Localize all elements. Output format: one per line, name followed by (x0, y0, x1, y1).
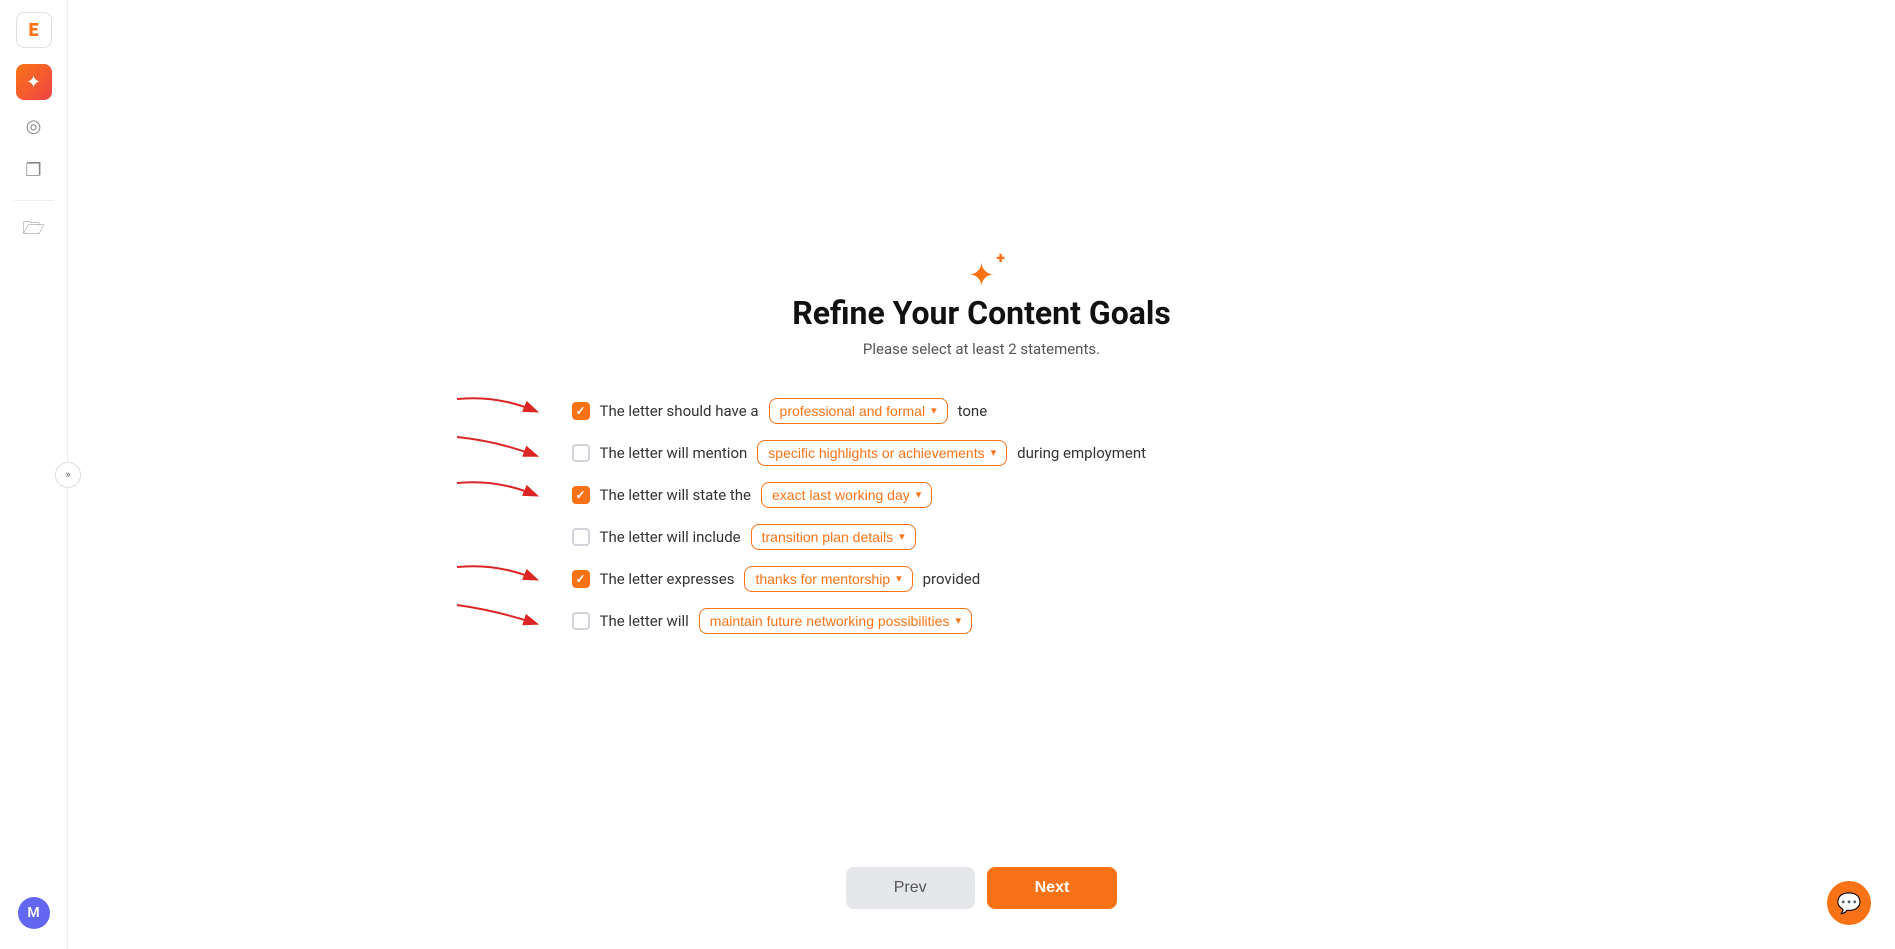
checkbox-lastday[interactable] (572, 486, 590, 504)
sidebar-bottom: M (18, 897, 50, 929)
page-subtitle: Please select at least 2 statements. (863, 340, 1100, 358)
chevron-down-icon: ▾ (955, 614, 961, 627)
page-title: Refine Your Content Goals (792, 294, 1171, 332)
dropdown-tone[interactable]: professional and formal ▾ (769, 398, 948, 424)
option-prefix-networking: The letter will (600, 612, 689, 630)
avatar[interactable]: M (18, 897, 50, 929)
bottom-bar: Prev Next (846, 867, 1118, 909)
prev-button[interactable]: Prev (846, 867, 975, 909)
chevron-down-icon: ▾ (896, 572, 902, 585)
checkbox-networking[interactable] (572, 612, 590, 630)
checkbox-tone[interactable] (572, 402, 590, 420)
next-button[interactable]: Next (987, 867, 1118, 909)
sidebar-item-folder[interactable]: 🗁 (16, 213, 52, 249)
option-prefix-highlights: The letter will mention (600, 444, 748, 462)
dropdown-transition[interactable]: transition plan details ▾ (751, 524, 916, 550)
option-row-lastday: The letter will state the exact last wor… (572, 482, 1392, 508)
content-card: Refine Your Content Goals Please select … (572, 256, 1392, 694)
chevron-down-icon: ▾ (991, 446, 997, 459)
sparkle-icon (968, 256, 995, 294)
arrow-mentorship (442, 559, 552, 599)
dropdown-lastday[interactable]: exact last working day ▾ (761, 482, 932, 508)
option-row-tone: The letter should have a professional an… (572, 398, 1392, 424)
option-prefix-mentorship: The letter expresses (600, 570, 735, 588)
support-bubble[interactable]: 💬 (1827, 881, 1871, 925)
option-prefix-tone: The letter should have a (600, 402, 759, 420)
arrow-tone (442, 391, 552, 431)
option-suffix-highlights: during employment (1017, 444, 1146, 462)
arrow-highlights (442, 433, 552, 473)
chevron-down-icon: ▾ (916, 488, 922, 501)
dropdown-networking[interactable]: maintain future networking possibilities… (699, 608, 972, 634)
sidebar-item-copy[interactable]: ❐ (16, 152, 52, 188)
sidebar-collapse-button[interactable]: » (55, 462, 81, 488)
option-row-highlights: The letter will mention specific highlig… (572, 440, 1392, 466)
option-row-mentorship: The letter expresses thanks for mentorsh… (572, 566, 1392, 592)
sidebar: E ✦ ◎ ❐ 🗁 » M (0, 0, 68, 949)
dropdown-mentorship[interactable]: thanks for mentorship ▾ (744, 566, 912, 592)
option-suffix-mentorship: provided (923, 570, 981, 588)
chevron-down-icon: ▾ (899, 530, 905, 543)
main-content: Refine Your Content Goals Please select … (68, 0, 1895, 949)
option-prefix-lastday: The letter will state the (600, 486, 752, 504)
sidebar-item-headphones[interactable]: ◎ (16, 108, 52, 144)
checkbox-highlights[interactable] (572, 444, 590, 462)
app-logo[interactable]: E (16, 12, 52, 48)
checkbox-transition[interactable] (572, 528, 590, 546)
arrow-networking (442, 601, 552, 641)
chevron-down-icon: ▾ (931, 404, 937, 417)
checkbox-mentorship[interactable] (572, 570, 590, 588)
option-row-transition: The letter will include transition plan … (572, 524, 1392, 550)
support-icon: 💬 (1837, 891, 1862, 915)
dropdown-highlights[interactable]: specific highlights or achievements ▾ (757, 440, 1007, 466)
sidebar-item-sparkle[interactable]: ✦ (16, 64, 52, 100)
option-suffix-tone: tone (958, 402, 988, 420)
arrow-lastday (442, 475, 552, 515)
option-row-networking: The letter will maintain future networki… (572, 608, 1392, 634)
sidebar-divider (14, 200, 54, 201)
options-list: The letter should have a professional an… (572, 398, 1392, 634)
option-prefix-transition: The letter will include (600, 528, 741, 546)
